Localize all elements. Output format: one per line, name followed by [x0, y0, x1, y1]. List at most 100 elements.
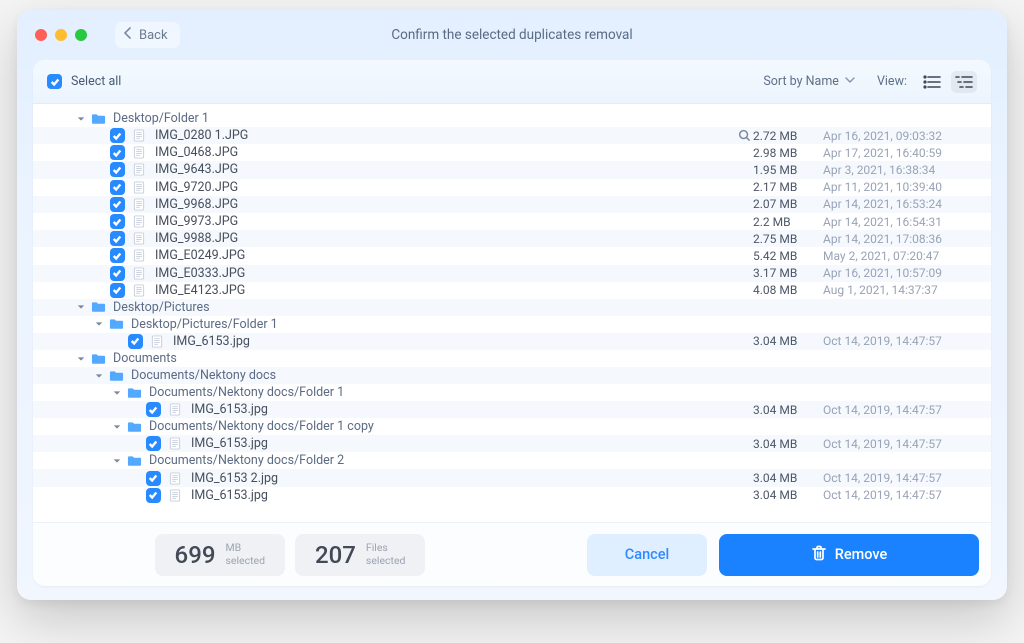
folder-row[interactable]: Desktop/Pictures/Folder 1 [33, 316, 991, 333]
remove-button[interactable]: Remove [719, 534, 979, 576]
file-row[interactable]: IMG_6153.jpg3.04 MBOct 14, 2019, 14:47:5… [33, 401, 991, 418]
select-all-label: Select all [71, 74, 121, 89]
file-row[interactable]: IMG_6153.jpg3.04 MBOct 14, 2019, 14:47:5… [33, 487, 991, 504]
folder-icon [91, 112, 107, 126]
file-row[interactable]: IMG_E4123.JPG4.08 MBAug 1, 2021, 14:37:3… [33, 282, 991, 299]
folder-row[interactable]: Documents/Nektony docs/Folder 1 copy [33, 418, 991, 435]
file-size: 2.17 MB [753, 180, 823, 194]
file-row[interactable]: IMG_6153.jpg3.04 MBOct 14, 2019, 14:47:5… [33, 435, 991, 452]
file-row[interactable]: IMG_6153 2.jpg3.04 MBOct 14, 2019, 14:47… [33, 469, 991, 486]
file-checkbox[interactable] [110, 248, 125, 263]
file-checkbox[interactable] [110, 231, 125, 246]
mb-value: 699 [175, 541, 216, 569]
expand-toggle-icon[interactable] [75, 115, 87, 123]
expand-toggle-icon[interactable] [93, 320, 105, 328]
expand-toggle-icon[interactable] [111, 423, 123, 431]
file-row[interactable]: IMG_0468.JPG2.98 MBApr 17, 2021, 16:40:5… [33, 144, 991, 161]
expand-toggle-icon[interactable] [111, 389, 123, 397]
file-icon [133, 197, 149, 211]
file-name: IMG_0280 1.JPG [155, 128, 735, 143]
file-name: IMG_9973.JPG [155, 214, 735, 229]
stats-group: 699 MB selected 207 Files selected [155, 534, 426, 576]
mb-selected-stat: 699 MB selected [155, 534, 285, 576]
file-date: Apr 3, 2021, 16:38:34 [823, 163, 973, 177]
folder-name: Documents/Nektony docs [131, 368, 735, 383]
folder-row[interactable]: Documents [33, 350, 991, 367]
file-date: Oct 14, 2019, 14:47:57 [823, 334, 973, 348]
select-all-checkbox[interactable] [47, 74, 62, 89]
preview-icon[interactable] [735, 129, 753, 142]
file-row[interactable]: IMG_9988.JPG2.75 MBApr 14, 2021, 17:08:3… [33, 230, 991, 247]
file-row[interactable]: IMG_9973.JPG2.2 MBApr 14, 2021, 16:54:31 [33, 213, 991, 230]
expand-toggle-icon[interactable] [111, 457, 123, 465]
file-size: 3.04 MB [753, 334, 823, 348]
file-checkbox[interactable] [110, 214, 125, 229]
file-size: 2.75 MB [753, 232, 823, 246]
view-list-button[interactable] [919, 71, 945, 93]
folder-name: Documents/Nektony docs/Folder 2 [149, 453, 735, 468]
remove-label: Remove [835, 546, 888, 563]
folder-icon [109, 317, 125, 331]
file-icon [151, 334, 167, 348]
minimize-window-button[interactable] [55, 29, 67, 41]
folder-row[interactable]: Documents/Nektony docs/Folder 1 [33, 384, 991, 401]
file-icon [133, 249, 149, 263]
file-icon [133, 163, 149, 177]
file-checkbox[interactable] [110, 145, 125, 160]
file-checkbox[interactable] [110, 266, 125, 281]
cancel-button[interactable]: Cancel [587, 534, 707, 576]
file-row[interactable]: IMG_9720.JPG2.17 MBApr 11, 2021, 10:39:4… [33, 179, 991, 196]
folder-icon [127, 420, 143, 434]
close-window-button[interactable] [35, 29, 47, 41]
back-button[interactable]: Back [115, 22, 180, 48]
file-size: 2.07 MB [753, 197, 823, 211]
file-checkbox[interactable] [146, 488, 161, 503]
expand-toggle-icon[interactable] [93, 372, 105, 380]
file-checkbox[interactable] [110, 128, 125, 143]
file-checkbox[interactable] [110, 180, 125, 195]
file-date: Apr 14, 2021, 16:53:24 [823, 197, 973, 211]
file-checkbox[interactable] [110, 162, 125, 177]
file-row[interactable]: IMG_E0249.JPG5.42 MBMay 2, 2021, 07:20:4… [33, 247, 991, 264]
file-name: IMG_6153.jpg [191, 402, 735, 417]
file-row[interactable]: IMG_6153.jpg 3.04 MBOct 14, 2019, 14:47:5… [33, 333, 991, 350]
file-icon [133, 215, 149, 229]
file-checkbox[interactable] [110, 283, 125, 298]
file-name: IMG_6153.jpg [191, 436, 735, 451]
file-checkbox[interactable] [110, 197, 125, 212]
file-checkbox[interactable] [128, 334, 143, 349]
folder-name: Documents/Nektony docs/Folder 1 [149, 385, 735, 400]
file-tree[interactable]: Desktop/Folder 1IMG_0280 1.JPG2.72 MBApr… [33, 104, 991, 522]
file-name: IMG_9988.JPG [155, 231, 735, 246]
sort-dropdown[interactable]: Sort by Name [763, 74, 855, 89]
back-label: Back [139, 28, 168, 43]
file-row[interactable]: IMG_9968.JPG 2.07 MBApr 14, 2021, 16:53:2… [33, 196, 991, 213]
file-date: Apr 16, 2021, 10:57:09 [823, 266, 973, 280]
file-size: 4.08 MB [753, 283, 823, 297]
file-checkbox[interactable] [146, 436, 161, 451]
file-date: Oct 14, 2019, 14:47:57 [823, 437, 973, 451]
file-date: Apr 17, 2021, 16:40:59 [823, 146, 973, 160]
folder-row[interactable]: Documents/Nektony docs [33, 367, 991, 384]
folder-row[interactable]: Desktop/Folder 1 [33, 110, 991, 127]
zoom-window-button[interactable] [75, 29, 87, 41]
file-row[interactable]: IMG_0280 1.JPG2.72 MBApr 16, 2021, 09:03… [33, 127, 991, 144]
file-name: IMG_E0249.JPG [155, 248, 735, 263]
sort-label: Sort by Name [763, 74, 839, 89]
files-selected-stat: 207 Files selected [295, 534, 425, 576]
expand-toggle-icon[interactable] [75, 303, 87, 311]
folder-row[interactable]: Desktop/Pictures [33, 299, 991, 316]
file-checkbox[interactable] [146, 471, 161, 486]
view-tree-button[interactable] [951, 71, 977, 93]
file-size: 3.04 MB [753, 403, 823, 417]
file-date: Apr 11, 2021, 10:39:40 [823, 180, 973, 194]
expand-toggle-icon[interactable] [75, 355, 87, 363]
file-checkbox[interactable] [146, 402, 161, 417]
folder-icon [91, 300, 107, 314]
file-row[interactable]: IMG_9643.JPG1.95 MBApr 3, 2021, 16:38:34 [33, 161, 991, 178]
file-name: IMG_6153.jpg [173, 334, 735, 349]
file-row[interactable]: IMG_E0333.JPG3.17 MBApr 16, 2021, 10:57:… [33, 265, 991, 282]
folder-row[interactable]: Documents/Nektony docs/Folder 2 [33, 452, 991, 469]
file-name: IMG_9968.JPG [155, 197, 735, 212]
file-size: 2.98 MB [753, 146, 823, 160]
